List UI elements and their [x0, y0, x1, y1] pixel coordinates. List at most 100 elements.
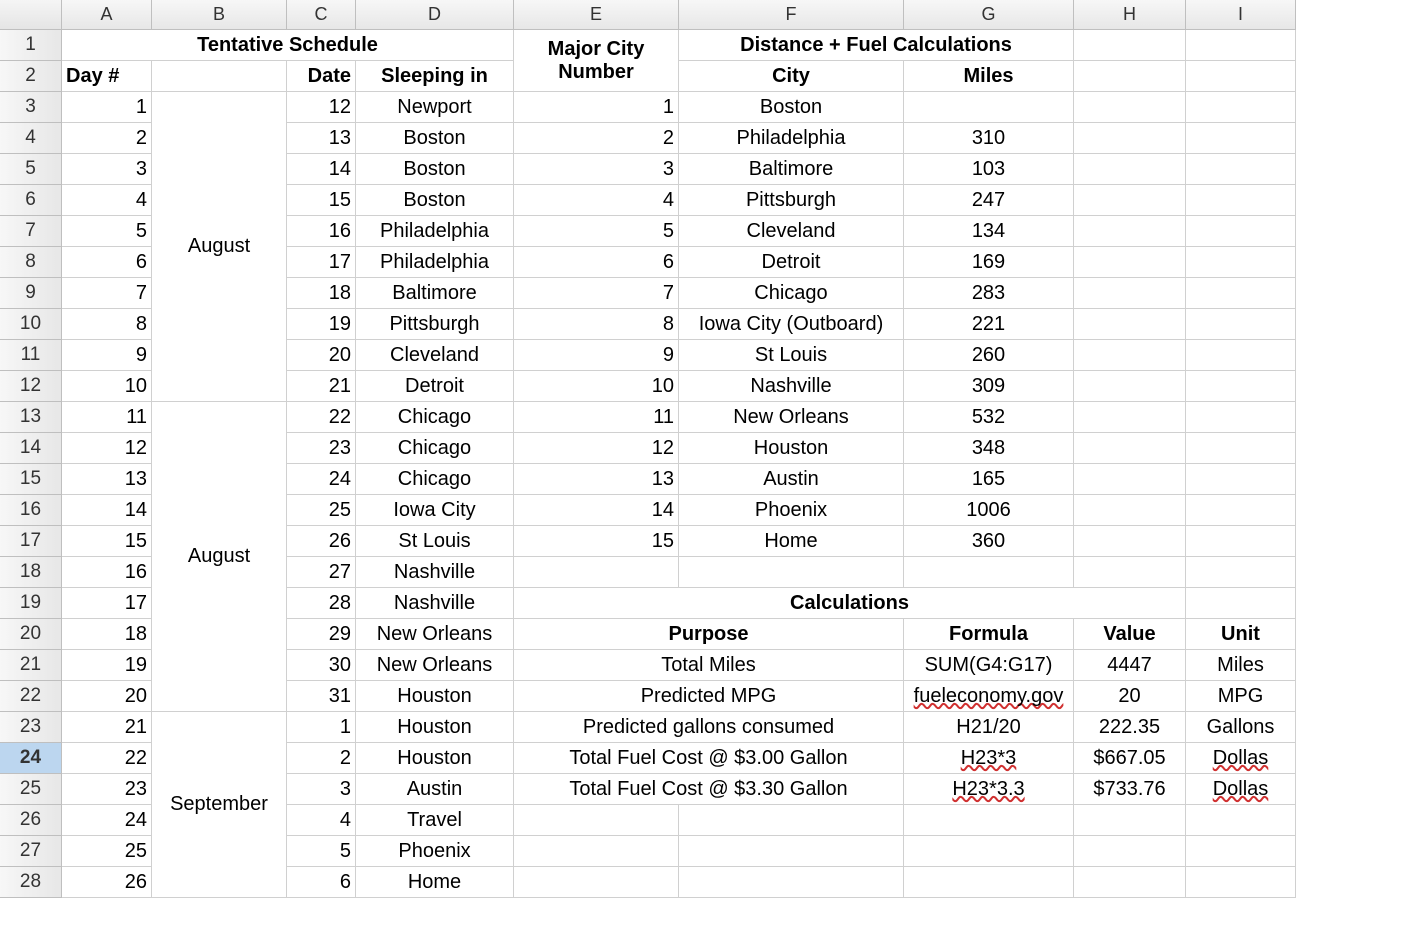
cell-H6[interactable]	[1074, 185, 1186, 216]
cell-A8[interactable]: 6	[62, 247, 152, 278]
cell-D19[interactable]: Nashville	[356, 588, 514, 619]
cell-B2[interactable]	[152, 61, 287, 92]
cell-C20[interactable]: 29	[287, 619, 356, 650]
cell-A19[interactable]: 17	[62, 588, 152, 619]
row-header-8[interactable]: 8	[0, 247, 62, 278]
cell-H5[interactable]	[1074, 154, 1186, 185]
cell-H11[interactable]	[1074, 340, 1186, 371]
cell-A9[interactable]: 7	[62, 278, 152, 309]
cell-F6[interactable]: Pittsburgh	[679, 185, 904, 216]
cell-D12[interactable]: Detroit	[356, 371, 514, 402]
cell-H27[interactable]	[1074, 836, 1186, 867]
row-header-21[interactable]: 21	[0, 650, 62, 681]
cell-D2[interactable]: Sleeping in	[356, 61, 514, 92]
cell-D21[interactable]: New Orleans	[356, 650, 514, 681]
cell-C22[interactable]: 31	[287, 681, 356, 712]
cell-I1[interactable]	[1186, 30, 1296, 61]
spreadsheet-grid[interactable]: ABCDEFGHI1Tentative ScheduleMajor City N…	[0, 0, 1412, 898]
cell-A5[interactable]: 3	[62, 154, 152, 185]
cell-F4[interactable]: Philadelphia	[679, 123, 904, 154]
cell-H14[interactable]	[1074, 433, 1186, 464]
cell-H23[interactable]: 222.35	[1074, 712, 1186, 743]
cell-C25[interactable]: 3	[287, 774, 356, 805]
cell-A20[interactable]: 18	[62, 619, 152, 650]
cell-C24[interactable]: 2	[287, 743, 356, 774]
cell-E8[interactable]: 6	[514, 247, 679, 278]
cell-H13[interactable]	[1074, 402, 1186, 433]
cell-H24[interactable]: $667.05	[1074, 743, 1186, 774]
col-header-C[interactable]: C	[287, 0, 356, 30]
cell-D15[interactable]: Chicago	[356, 464, 514, 495]
cell-I5[interactable]	[1186, 154, 1296, 185]
row-header-5[interactable]: 5	[0, 154, 62, 185]
cell-H8[interactable]	[1074, 247, 1186, 278]
cell-H26[interactable]	[1074, 805, 1186, 836]
cell-E18[interactable]	[514, 557, 679, 588]
cell-H15[interactable]	[1074, 464, 1186, 495]
cell-A17[interactable]: 15	[62, 526, 152, 557]
cell-H21[interactable]: 4447	[1074, 650, 1186, 681]
cell-E4[interactable]: 2	[514, 123, 679, 154]
cell-E28[interactable]	[514, 867, 679, 898]
cell-E1[interactable]: Major City Number	[514, 30, 679, 92]
cell-E21[interactable]: Total Miles	[514, 650, 904, 681]
row-header-19[interactable]: 19	[0, 588, 62, 619]
cell-I16[interactable]	[1186, 495, 1296, 526]
cell-I25[interactable]: Dollas	[1186, 774, 1296, 805]
cell-I4[interactable]	[1186, 123, 1296, 154]
cell-H12[interactable]	[1074, 371, 1186, 402]
cell-A10[interactable]: 8	[62, 309, 152, 340]
cell-E12[interactable]: 10	[514, 371, 679, 402]
row-header-2[interactable]: 2	[0, 61, 62, 92]
cell-C11[interactable]: 20	[287, 340, 356, 371]
cell-C12[interactable]: 21	[287, 371, 356, 402]
row-header-1[interactable]: 1	[0, 30, 62, 61]
cell-E7[interactable]: 5	[514, 216, 679, 247]
cell-G18[interactable]	[904, 557, 1074, 588]
cell-G8[interactable]: 169	[904, 247, 1074, 278]
cell-E5[interactable]: 3	[514, 154, 679, 185]
cell-F1[interactable]: Distance + Fuel Calculations	[679, 30, 1074, 61]
cell-G14[interactable]: 348	[904, 433, 1074, 464]
cell-F26[interactable]	[679, 805, 904, 836]
cell-E15[interactable]: 13	[514, 464, 679, 495]
cell-F18[interactable]	[679, 557, 904, 588]
cell-C23[interactable]: 1	[287, 712, 356, 743]
cell-D13[interactable]: Chicago	[356, 402, 514, 433]
cell-C28[interactable]: 6	[287, 867, 356, 898]
row-header-23[interactable]: 23	[0, 712, 62, 743]
cell-I22[interactable]: MPG	[1186, 681, 1296, 712]
cell-H1[interactable]	[1074, 30, 1186, 61]
cell-F17[interactable]: Home	[679, 526, 904, 557]
cell-H4[interactable]	[1074, 123, 1186, 154]
cell-G23[interactable]: H21/20	[904, 712, 1074, 743]
row-header-10[interactable]: 10	[0, 309, 62, 340]
cell-G7[interactable]: 134	[904, 216, 1074, 247]
cell-G13[interactable]: 532	[904, 402, 1074, 433]
cell-D26[interactable]: Travel	[356, 805, 514, 836]
cell-I12[interactable]	[1186, 371, 1296, 402]
cell-A25[interactable]: 23	[62, 774, 152, 805]
cell-I13[interactable]	[1186, 402, 1296, 433]
cell-C18[interactable]: 27	[287, 557, 356, 588]
cell-E16[interactable]: 14	[514, 495, 679, 526]
cell-E11[interactable]: 9	[514, 340, 679, 371]
cell-I19[interactable]	[1186, 588, 1296, 619]
cell-D6[interactable]: Boston	[356, 185, 514, 216]
cell-H9[interactable]	[1074, 278, 1186, 309]
row-header-6[interactable]: 6	[0, 185, 62, 216]
cell-E6[interactable]: 4	[514, 185, 679, 216]
cell-A4[interactable]: 2	[62, 123, 152, 154]
cell-G12[interactable]: 309	[904, 371, 1074, 402]
cell-C21[interactable]: 30	[287, 650, 356, 681]
cell-E22[interactable]: Predicted MPG	[514, 681, 904, 712]
cell-A27[interactable]: 25	[62, 836, 152, 867]
cell-C15[interactable]: 24	[287, 464, 356, 495]
cell-C2[interactable]: Date	[287, 61, 356, 92]
cell-D20[interactable]: New Orleans	[356, 619, 514, 650]
cell-G28[interactable]	[904, 867, 1074, 898]
cell-F27[interactable]	[679, 836, 904, 867]
cell-C16[interactable]: 25	[287, 495, 356, 526]
cell-D27[interactable]: Phoenix	[356, 836, 514, 867]
cell-I21[interactable]: Miles	[1186, 650, 1296, 681]
